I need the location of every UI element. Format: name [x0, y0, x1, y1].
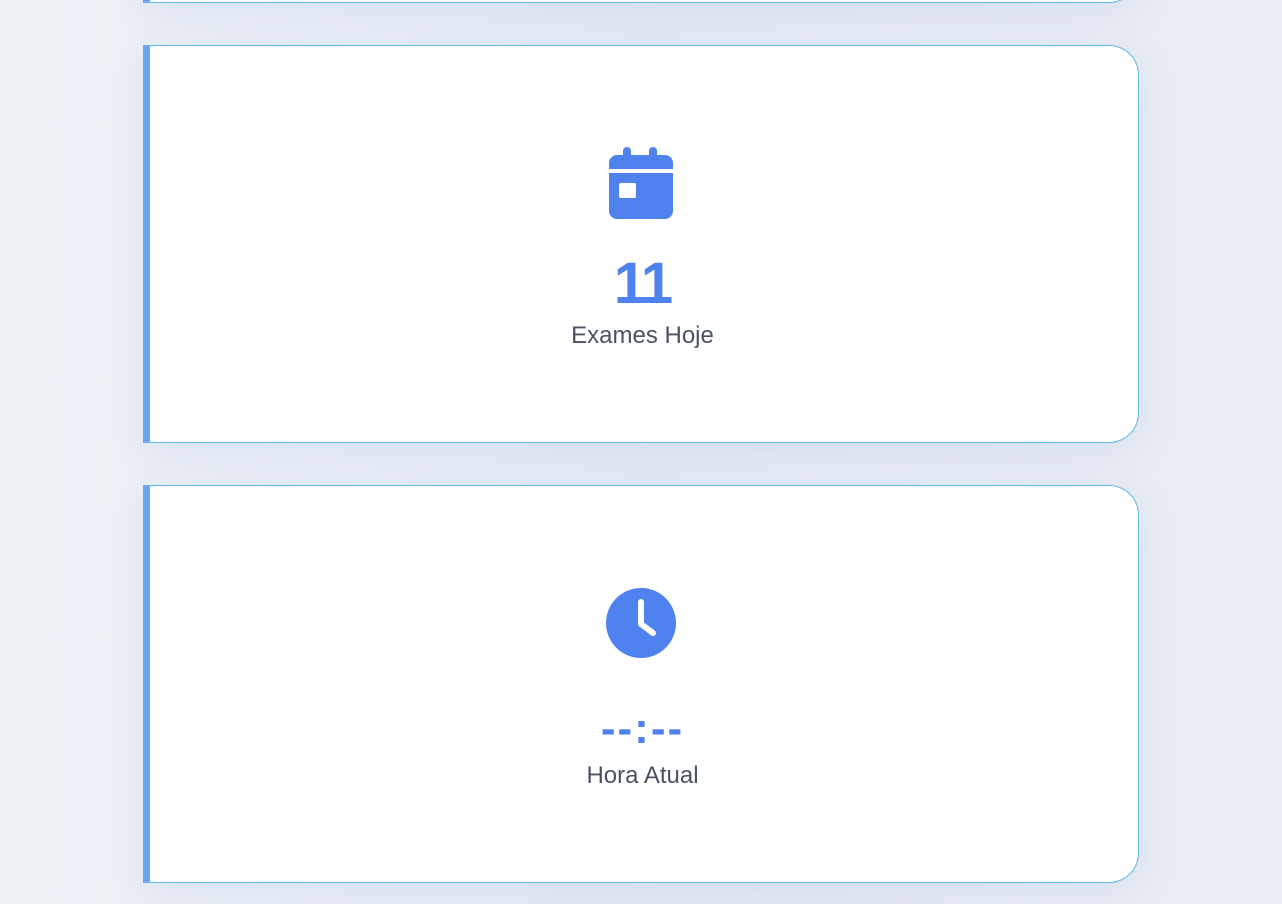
current-time-card: --:-- Hora Atual: [143, 485, 1139, 883]
current-time-label: Hora Atual: [586, 762, 699, 789]
clock-icon: [605, 587, 677, 664]
exams-today-card: 11 Exames Hoje: [143, 45, 1139, 443]
current-time-value: --:--: [600, 704, 685, 753]
previous-stat-card: [143, 0, 1139, 3]
exams-today-label: Exames Hoje: [571, 322, 714, 349]
calendar-icon: [609, 147, 673, 224]
exams-today-count: 11: [613, 251, 673, 316]
